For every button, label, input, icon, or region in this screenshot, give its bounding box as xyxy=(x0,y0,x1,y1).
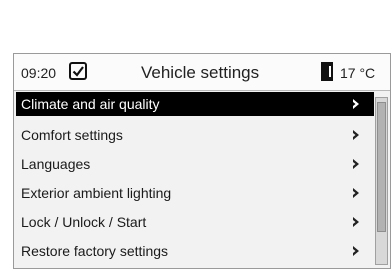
menu-item-label: Climate and air quality xyxy=(21,96,160,112)
menu-item-languages[interactable]: Languages xyxy=(14,150,374,178)
menu-item-climate-and-air-quality[interactable]: Climate and air quality xyxy=(16,92,374,116)
vehicle-settings-screen: 09:20 Vehicle settings 17 °C Climate and… xyxy=(13,53,391,269)
menu-item-lock-unlock-start[interactable]: Lock / Unlock / Start xyxy=(14,208,374,236)
menu-item-exterior-ambient-lighting[interactable]: Exterior ambient lighting xyxy=(14,179,374,207)
chevron-right-icon xyxy=(352,237,362,265)
menu-item-label: Restore factory settings xyxy=(21,243,169,259)
chevron-right-icon xyxy=(352,121,362,149)
chevron-right-icon xyxy=(352,208,362,236)
chevron-right-icon xyxy=(352,150,362,178)
thermometer-icon xyxy=(320,62,334,81)
scrollbar-thumb[interactable] xyxy=(377,102,386,232)
menu-item-comfort-settings[interactable]: Comfort settings xyxy=(14,121,374,149)
settings-menu: Climate and air quality Comfort settings… xyxy=(14,92,374,266)
status-bar: 09:20 Vehicle settings 17 °C xyxy=(14,54,390,91)
clock-time: 09:20 xyxy=(21,65,57,81)
menu-item-label: Exterior ambient lighting xyxy=(21,185,172,201)
menu-item-restore-factory-settings[interactable]: Restore factory settings xyxy=(14,237,374,265)
menu-item-label: Lock / Unlock / Start xyxy=(21,214,147,230)
outside-temperature: 17 °C xyxy=(340,65,376,81)
menu-item-label: Comfort settings xyxy=(21,127,123,143)
menu-item-label: Languages xyxy=(21,156,91,172)
clock-check-icon xyxy=(69,62,87,80)
chevron-right-icon xyxy=(352,92,362,116)
page-title: Vehicle settings xyxy=(141,63,260,82)
menu-scrollbar[interactable] xyxy=(375,97,388,265)
chevron-right-icon xyxy=(352,179,362,207)
